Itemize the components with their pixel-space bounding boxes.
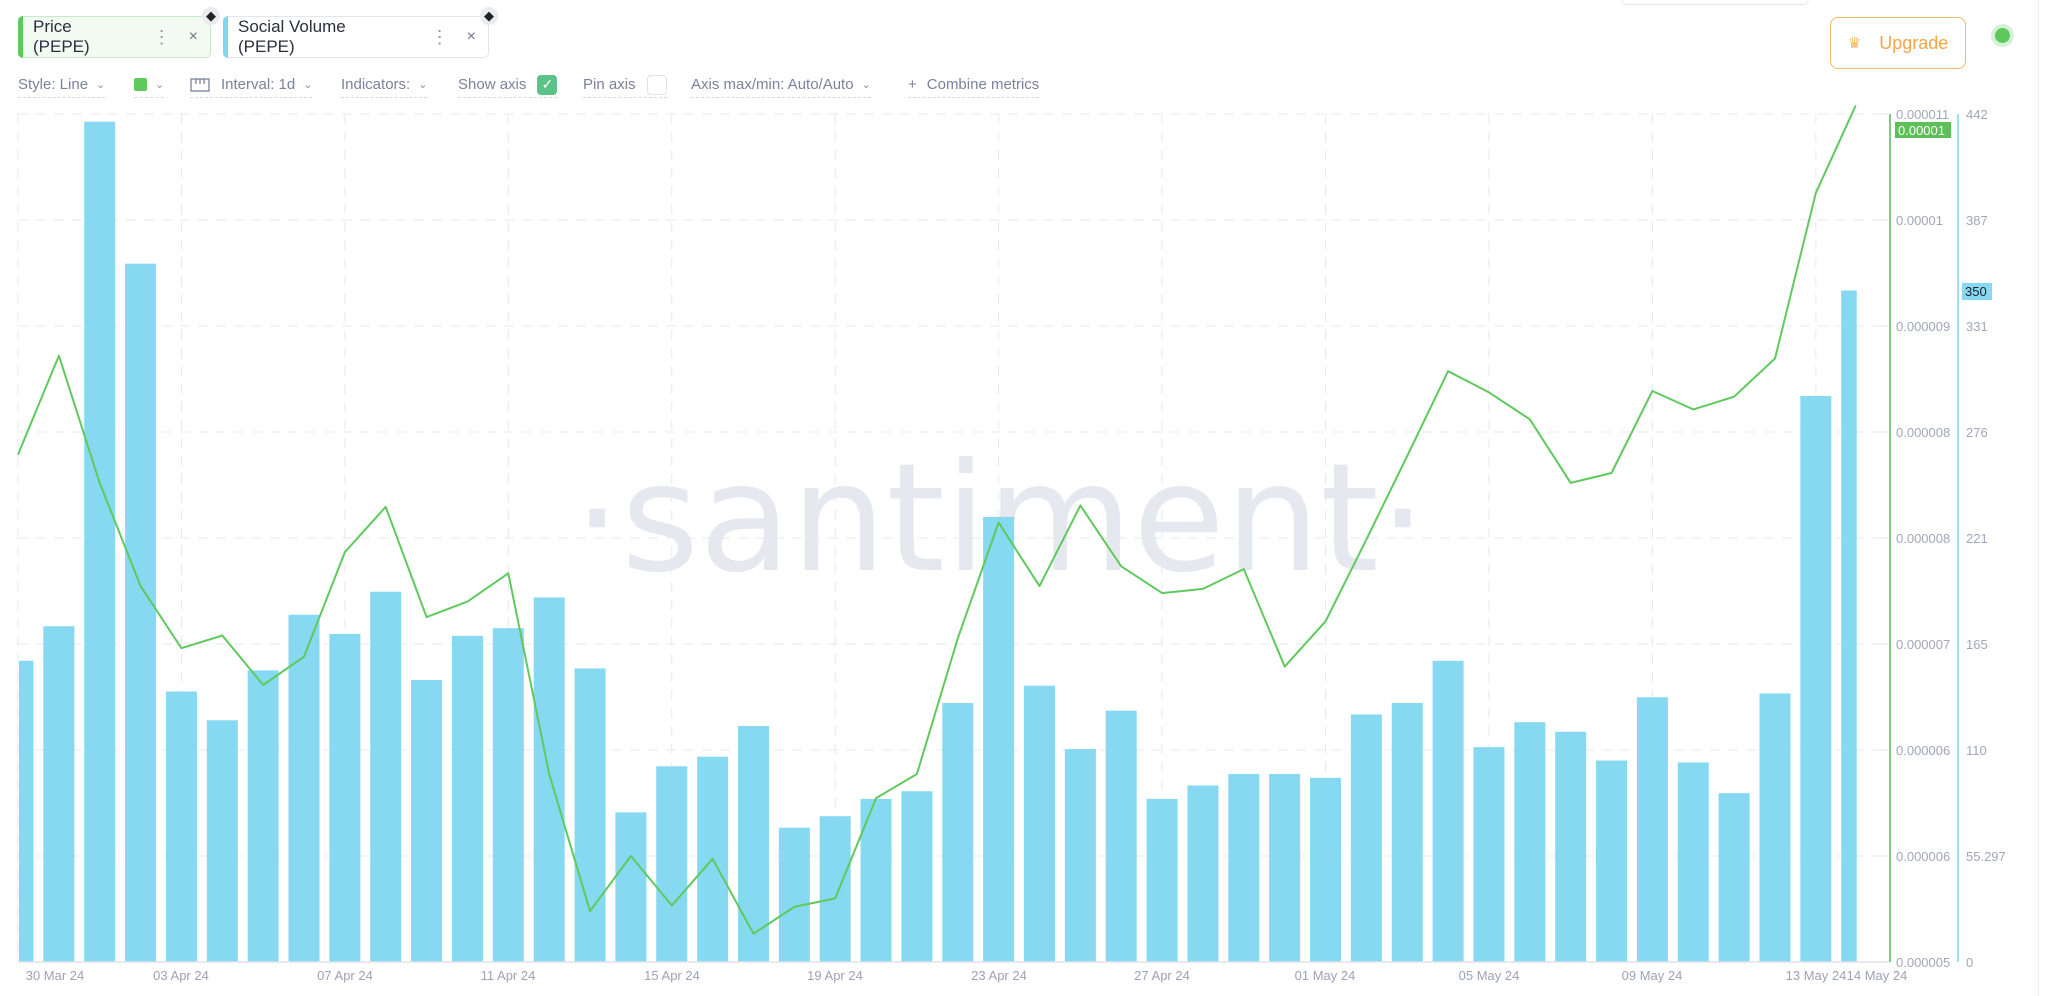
bar-03-may-24[interactable] bbox=[1391, 702, 1423, 962]
bar-18-apr-24[interactable] bbox=[778, 827, 810, 962]
x-axis-tick: 15 Apr 24 bbox=[644, 968, 700, 983]
x-axis-tick: 05 May 24 bbox=[1459, 968, 1520, 983]
price-axis-tick: 0.000008 bbox=[1896, 531, 1950, 546]
price-axis-ticks: 0.0000110.000010.0000090.0000080.0000080… bbox=[1878, 107, 1950, 970]
bar-28-apr-24[interactable] bbox=[1187, 785, 1219, 962]
price-current-marker: 0.00001 bbox=[1895, 122, 1951, 138]
price-axis-tick: 0.00001 bbox=[1896, 213, 1943, 228]
price-axis-tick: 0.000007 bbox=[1896, 637, 1950, 652]
volume-current-label: 350 bbox=[1965, 284, 1987, 299]
bar-12-may-24[interactable] bbox=[1759, 693, 1791, 962]
volume-axis-tick: 276 bbox=[1966, 425, 1988, 440]
x-axis-tick: 09 May 24 bbox=[1622, 968, 1683, 983]
x-axis-tick: 30 Mar 24 bbox=[26, 968, 85, 983]
x-axis-tick: 11 Apr 24 bbox=[481, 968, 536, 983]
bar-27-apr-24[interactable] bbox=[1146, 798, 1178, 962]
bar-30-apr-24[interactable] bbox=[1269, 773, 1301, 962]
price-current-label: 0.00001 bbox=[1898, 123, 1945, 138]
price-axis-tick: 0.000008 bbox=[1896, 425, 1950, 440]
price-axis-tick: 0.000006 bbox=[1896, 743, 1950, 758]
bar-26-apr-24[interactable] bbox=[1105, 710, 1137, 962]
price-axis-tick: 0.000006 bbox=[1896, 849, 1950, 864]
bar-04-may-24[interactable] bbox=[1432, 660, 1464, 962]
volume-axis-tick: 442 bbox=[1966, 107, 1988, 122]
bar-31-mar-24[interactable] bbox=[43, 626, 75, 962]
x-axis-tick: 19 Apr 24 bbox=[807, 968, 863, 983]
bar-04-apr-24[interactable] bbox=[206, 720, 238, 962]
volume-axis-ticks: 442 387 331 276 221 165 110 55.297 0 bbox=[1966, 107, 2006, 970]
volume-axis-tick: 165 bbox=[1966, 637, 1988, 652]
x-axis-tick: 07 Apr 24 bbox=[317, 968, 373, 983]
x-axis-tick: 01 May 24 bbox=[1295, 968, 1356, 983]
bar-21-apr-24[interactable] bbox=[901, 791, 933, 962]
bar-06-apr-24[interactable] bbox=[288, 614, 320, 962]
bar-23-apr-24[interactable] bbox=[983, 516, 1015, 962]
bar-30-mar-24[interactable] bbox=[19, 660, 34, 962]
bar-25-apr-24[interactable] bbox=[1064, 749, 1096, 962]
bar-05-apr-24[interactable] bbox=[247, 670, 279, 962]
bar-22-apr-24[interactable] bbox=[942, 702, 974, 962]
bar-05-may-24[interactable] bbox=[1473, 747, 1505, 962]
price-axis-tick: 0.000009 bbox=[1896, 319, 1950, 334]
bar-02-may-24[interactable] bbox=[1350, 714, 1382, 962]
volume-current-marker: 350 bbox=[1962, 283, 1992, 300]
chart[interactable]: ·santiment· 0.0000110.000010.0000090.000… bbox=[0, 0, 2048, 996]
bar-09-apr-24[interactable] bbox=[411, 679, 443, 962]
volume-axis-tick: 0 bbox=[1966, 955, 1973, 970]
bar-14-may-24[interactable] bbox=[1841, 290, 1857, 962]
bar-11-apr-24[interactable] bbox=[492, 628, 524, 962]
x-axis-tick: 23 Apr 24 bbox=[971, 968, 1027, 983]
bar-10-may-24[interactable] bbox=[1677, 762, 1709, 962]
bar-12-apr-24[interactable] bbox=[533, 597, 565, 962]
bar-24-apr-24[interactable] bbox=[1024, 685, 1055, 962]
bar-01-may-24[interactable] bbox=[1310, 777, 1342, 962]
volume-axis-tick: 221 bbox=[1966, 531, 1988, 546]
bar-14-apr-24[interactable] bbox=[615, 812, 647, 962]
volume-axis-tick: 331 bbox=[1966, 319, 1988, 334]
bar-08-may-24[interactable] bbox=[1596, 760, 1628, 962]
bar-11-may-24[interactable] bbox=[1718, 793, 1750, 962]
bar-13-may-24[interactable] bbox=[1800, 396, 1832, 962]
bar-09-may-24[interactable] bbox=[1636, 697, 1668, 962]
x-axis-tick: 13 May 24 bbox=[1786, 968, 1847, 983]
bar-08-apr-24[interactable] bbox=[370, 591, 402, 962]
bar-19-apr-24[interactable] bbox=[819, 816, 851, 962]
bar-06-may-24[interactable] bbox=[1514, 722, 1546, 962]
x-axis-ticks: 30 Mar 24 03 Apr 24 07 Apr 24 11 Apr 24 15 A… bbox=[26, 968, 1908, 983]
x-axis-tick: 03 Apr 24 bbox=[153, 968, 209, 983]
bar-02-apr-24[interactable] bbox=[125, 263, 157, 962]
bar-15-apr-24[interactable] bbox=[656, 766, 688, 962]
bar-29-apr-24[interactable] bbox=[1228, 773, 1260, 962]
price-axis-tick: 0.000011 bbox=[1896, 107, 1949, 122]
bar-01-apr-24[interactable] bbox=[84, 121, 116, 963]
bar-10-apr-24[interactable] bbox=[451, 635, 483, 962]
x-axis-tick: 14 May 24 bbox=[1847, 968, 1908, 983]
bar-13-apr-24[interactable] bbox=[574, 668, 606, 962]
bar-07-may-24[interactable] bbox=[1555, 731, 1587, 962]
volume-axis-tick: 110 bbox=[1966, 743, 1987, 758]
bar-03-apr-24[interactable] bbox=[165, 691, 197, 962]
volume-axis-tick: 387 bbox=[1966, 213, 1988, 228]
bar-07-apr-24[interactable] bbox=[329, 633, 361, 962]
x-axis-tick: 27 Apr 24 bbox=[1134, 968, 1190, 983]
volume-axis-tick: 55.297 bbox=[1966, 849, 2006, 864]
